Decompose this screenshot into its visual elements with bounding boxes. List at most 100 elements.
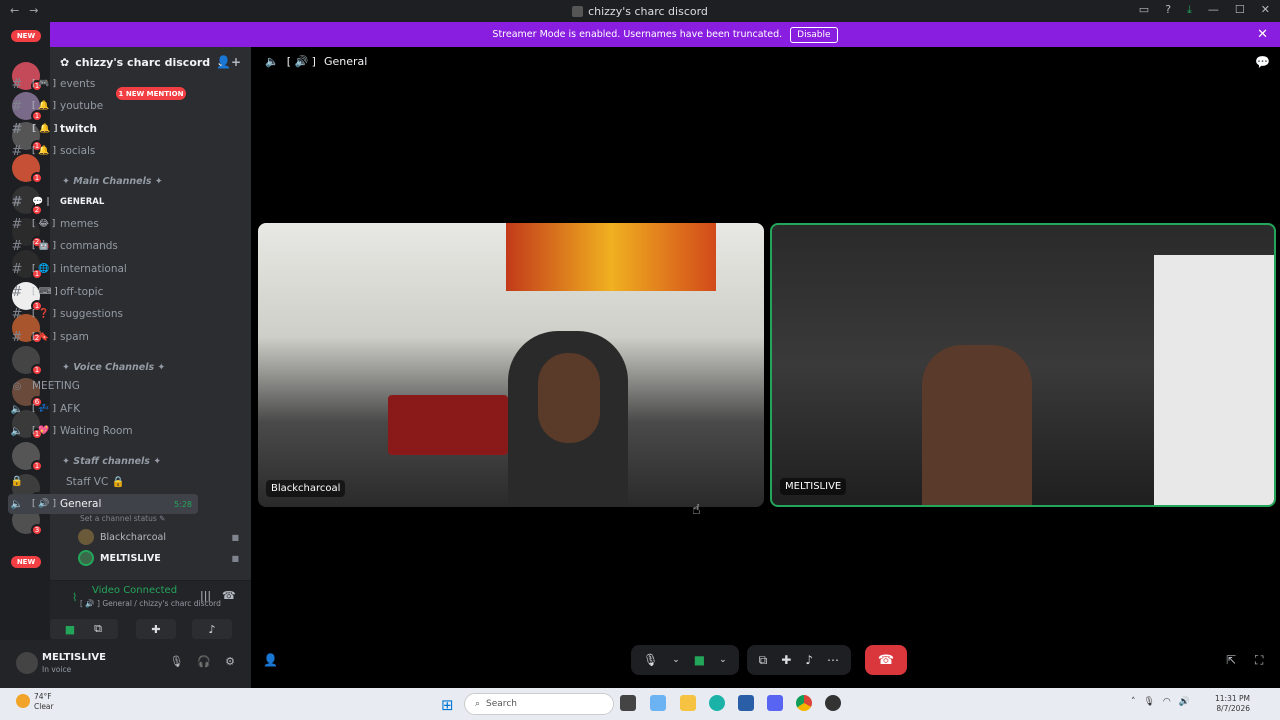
channel-memes[interactable]: # [ 😂 ] memes (8, 214, 198, 234)
noise-suppression-icon[interactable]: ||| (200, 589, 211, 602)
disconnect-icon[interactable]: ☎ (222, 589, 236, 602)
close-window-icon[interactable]: ✕ (1261, 3, 1270, 17)
channel-general-text[interactable]: # 💬 | GENERAL (8, 192, 198, 212)
search-label: Search (486, 699, 517, 709)
server-header[interactable]: ✿ chizzy's charc discord ⌄ 👤+ (50, 47, 251, 77)
disable-streamer-mode-button[interactable]: Disable (790, 26, 838, 43)
clock-time: 11:31 PM (1215, 694, 1250, 703)
search-icon: ⌕ (475, 699, 481, 709)
new-unreads-pill[interactable]: NEW (11, 556, 41, 568)
avatar[interactable] (16, 652, 38, 674)
new-unreads-pill[interactable]: NEW (11, 30, 41, 42)
volume-icon[interactable]: 🔊 (1179, 697, 1190, 707)
windows-start-icon[interactable]: ⊞ (441, 696, 454, 714)
gear-icon[interactable]: ⚙ (225, 655, 235, 668)
channel-socials[interactable]: # [ 🔔 ] socials (8, 141, 198, 161)
video-tile[interactable]: Blackcharcoal (258, 223, 764, 507)
wifi-icon[interactable]: ◠ (1163, 697, 1171, 707)
media-controls: 🎙 ⌄ ■ ⌄ (631, 645, 739, 675)
camera-icon: ■ (231, 553, 239, 563)
nav-arrows[interactable]: ← → (10, 4, 38, 17)
channel-name: off-topic (60, 286, 104, 298)
channel-waiting-room[interactable]: 🔈 [ 💖 ] Waiting Room (8, 421, 198, 441)
soundboard-icon[interactable]: ♪ (805, 653, 813, 667)
soundboard-icon: ♪ (208, 622, 216, 636)
window-titlebar: ← → chizzy's charc discord ▭ ? ⤓ — ☐ ✕ (0, 0, 1280, 22)
channel-suggestions[interactable]: # [ ❓ ] suggestions (8, 304, 198, 324)
video-camera-icon: ■ (64, 622, 76, 636)
help-icon[interactable]: ? (1165, 3, 1171, 17)
channel-twitch[interactable]: # [ 🔔 ] twitch (8, 119, 198, 139)
clock-date: 8/7/2026 (1216, 704, 1250, 713)
file-explorer-icon[interactable] (680, 695, 696, 711)
server-icon[interactable]: 1 (12, 442, 43, 472)
app-icon[interactable] (650, 695, 666, 711)
edge-icon[interactable] (709, 695, 725, 711)
voice-user[interactable]: MELTISLIVE ■ (78, 549, 243, 567)
more-icon[interactable]: ⋯ (827, 653, 839, 667)
activities-icon[interactable]: ✚ (781, 653, 791, 667)
channel-staff-vc[interactable]: 🔒 Staff VC 🔒 (8, 471, 198, 491)
inbox-icon[interactable]: ▭ (1139, 3, 1149, 17)
download-icon[interactable]: ⤓ (1187, 3, 1192, 17)
chat-bubble-icon[interactable]: 💬 (1255, 55, 1270, 69)
category-staff-channels[interactable]: ✦ Staff channels ✦ (62, 456, 161, 467)
task-view-icon[interactable] (620, 695, 636, 711)
chevron-up-icon[interactable]: ˄ (1131, 697, 1136, 707)
channel-off-topic[interactable]: # [ ⌨ ] off-topic (8, 282, 198, 302)
video-tile[interactable]: MELTISLIVE (770, 223, 1276, 507)
screen-share-button[interactable]: ⧉ (78, 619, 118, 639)
voice-status-label[interactable]: Video Connected (92, 585, 177, 596)
channel-prefix: [ 💤 ] (32, 404, 56, 414)
add-people-icon[interactable]: 👤 (263, 653, 278, 667)
channel-meeting[interactable]: ◎ MEETING (8, 376, 198, 396)
speaker-icon: 🔈 (265, 55, 279, 68)
channel-name: Staff VC 🔒 (66, 475, 125, 488)
category-main-channels[interactable]: ✦ Main Channels ✦ (62, 176, 163, 187)
fullscreen-icon[interactable]: ⛶ (1255, 653, 1263, 668)
server-icon[interactable]: 1 (12, 346, 43, 376)
discord-icon[interactable] (767, 695, 783, 711)
category-voice-channels[interactable]: ✦ Voice Channels ✦ (62, 362, 165, 373)
channel-commands[interactable]: # [ 🤖 ] commands (8, 236, 198, 256)
weather-widget[interactable]: 74°F Clear (16, 692, 54, 712)
voice-user[interactable]: Blackcharcoal ■ (78, 528, 243, 546)
voice-user-name: MELTISLIVE (100, 552, 161, 564)
channel-general-voice[interactable]: 🔈 [ 🔊 ] General 5:28 (8, 494, 198, 514)
microphone-icon[interactable]: 🎙 (169, 655, 183, 668)
minimize-icon[interactable]: — (1208, 3, 1219, 17)
window-controls: ▭ ? ⤓ — ☐ ✕ (1139, 3, 1270, 17)
maximize-icon[interactable]: ☐ (1235, 3, 1245, 17)
hang-up-button[interactable]: ☎ (865, 645, 907, 675)
chrome-icon[interactable] (796, 695, 812, 711)
channel-prefix: [ 🔔 ] (32, 124, 58, 134)
taskbar-search[interactable]: ⌕ Search (464, 693, 614, 715)
headphones-icon[interactable]: 🎧 (197, 655, 211, 668)
store-icon[interactable] (738, 695, 754, 711)
screen-share-icon[interactable]: ⧉ (759, 653, 768, 668)
back-icon[interactable]: ← (10, 4, 19, 17)
chevron-down-icon[interactable]: ⌄ (672, 655, 680, 665)
video-camera-icon[interactable]: ■ (694, 653, 705, 667)
close-banner-icon[interactable]: ✕ (1257, 27, 1268, 42)
channel-international[interactable]: # [ 🌐 ] international (8, 259, 198, 279)
channel-youtube[interactable]: # [ 🔔 ] youtube (8, 96, 198, 116)
invite-people-icon[interactable]: 👤+ (216, 55, 241, 69)
forward-icon[interactable]: → (29, 4, 38, 17)
app-icon[interactable] (825, 695, 841, 711)
channel-name: Waiting Room (60, 425, 133, 437)
popout-icon[interactable]: ⇱ (1226, 653, 1236, 667)
clock[interactable]: 11:31 PM 8/7/2026 (1215, 694, 1250, 714)
text-channel-icon: # (11, 284, 23, 300)
channel-afk[interactable]: 🔈 [ 💤 ] AFK (8, 399, 198, 419)
channel-name: events (60, 78, 96, 90)
activities-button[interactable]: ✚ (136, 619, 176, 639)
soundboard-button[interactable]: ♪ (192, 619, 232, 639)
microphone-icon[interactable]: 🎙 (1143, 697, 1154, 707)
channel-spam[interactable]: # [ 🔖 ] spam (8, 327, 198, 347)
microphone-icon[interactable]: 🎙 (643, 653, 658, 667)
chevron-down-icon[interactable]: ⌄ (719, 655, 727, 665)
mention-badge: 1 (31, 172, 43, 184)
user-controls: 🎙 🎧 ⚙ (169, 655, 235, 668)
channel-status-prompt[interactable]: Set a channel status ✎ (80, 514, 165, 523)
